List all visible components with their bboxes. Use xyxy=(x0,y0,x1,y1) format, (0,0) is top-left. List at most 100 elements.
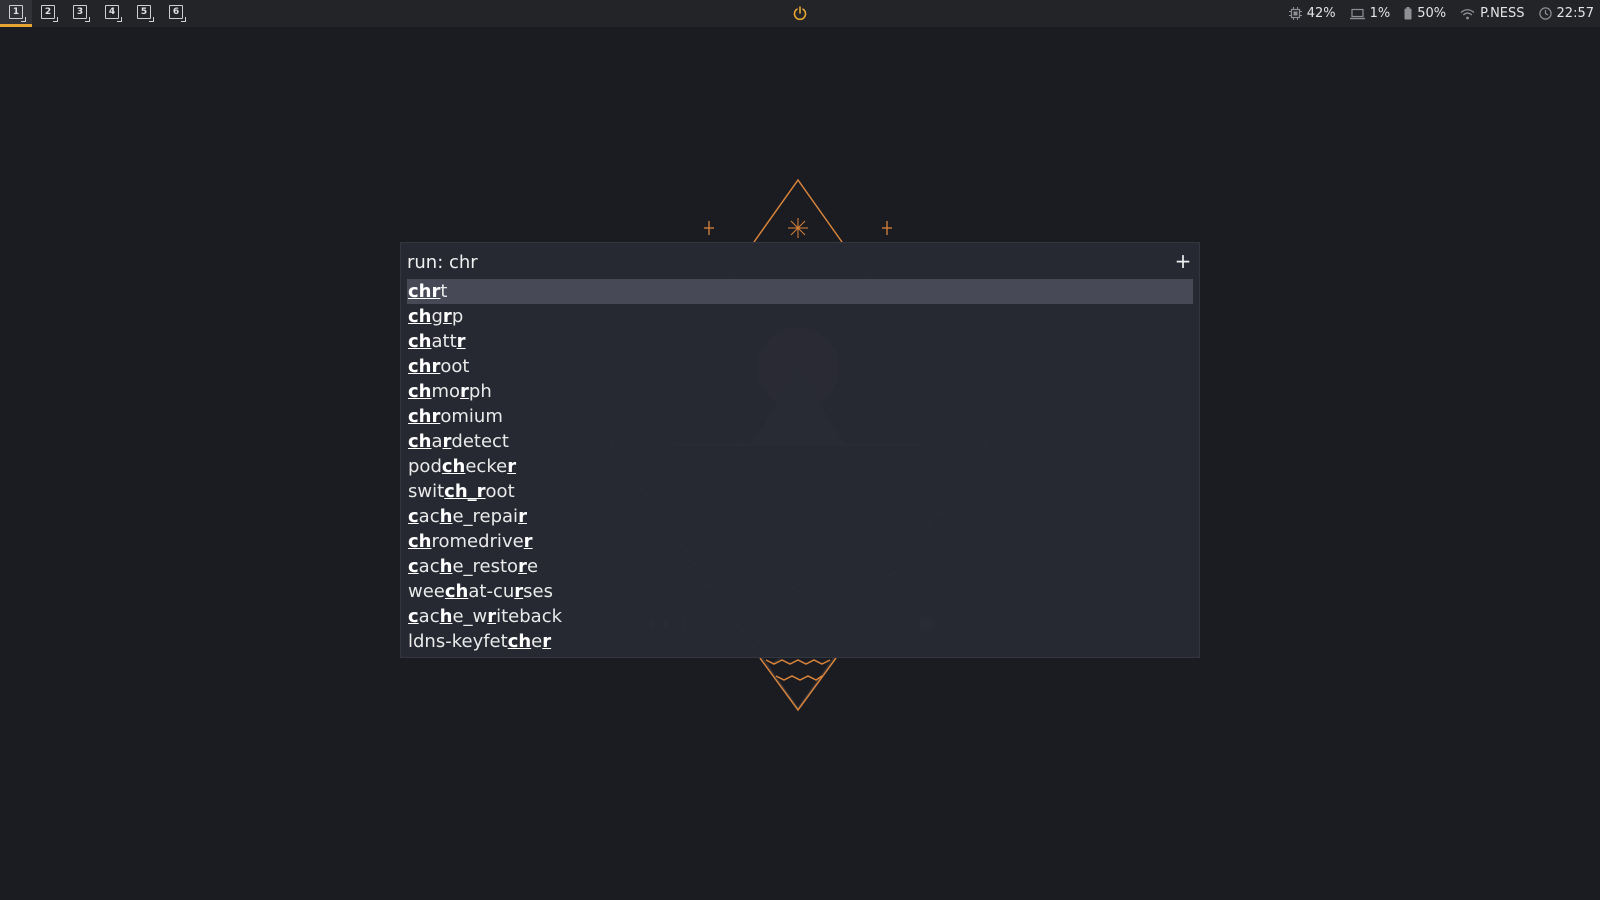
match-highlight: chr xyxy=(408,406,441,427)
match-highlight: ch xyxy=(441,456,466,477)
match-highlight: r xyxy=(460,381,469,402)
battery-value: 50% xyxy=(1417,6,1447,21)
match-highlight: h xyxy=(439,506,453,527)
result-text: e xyxy=(531,631,543,652)
result-text: a xyxy=(431,431,443,452)
result-item[interactable]: cache_repair xyxy=(407,504,1193,529)
result-item[interactable]: chgrp xyxy=(407,304,1193,329)
workspace-number-icon: 4 xyxy=(105,5,122,22)
result-item[interactable]: switch_root xyxy=(407,479,1193,504)
run-prompt-input[interactable]: run: chr xyxy=(407,252,478,273)
workspace-5-button[interactable]: 5 xyxy=(128,0,160,27)
result-text: ac xyxy=(418,506,440,527)
top-bar: 123456 42% 1% 50% P.NESS 22:57 xyxy=(0,0,1600,27)
match-highlight: r xyxy=(456,331,466,352)
result-text: mo xyxy=(431,381,461,402)
result-item[interactable]: chromium xyxy=(407,404,1193,429)
network-name: P.NESS xyxy=(1480,6,1525,21)
result-item[interactable]: chroot xyxy=(407,354,1193,379)
result-text: ac xyxy=(418,606,440,627)
result-text: e_resto xyxy=(452,556,519,577)
workspace-4-button[interactable]: 4 xyxy=(96,0,128,27)
match-highlight: ch_r xyxy=(444,481,486,502)
match-highlight: ch xyxy=(408,431,432,452)
match-highlight: chr xyxy=(408,281,441,302)
workspace-number-icon: 3 xyxy=(73,5,90,22)
result-text: g xyxy=(431,306,443,327)
workspace-2-button[interactable]: 2 xyxy=(32,0,64,27)
match-highlight: r xyxy=(514,581,524,602)
match-highlight: h xyxy=(439,606,453,627)
battery-status[interactable]: 50% xyxy=(1404,6,1446,21)
result-text: ecke xyxy=(465,456,508,477)
result-text: e_repai xyxy=(452,506,519,527)
match-highlight: c xyxy=(408,506,419,527)
match-highlight: c xyxy=(408,606,419,627)
result-text: oot xyxy=(440,356,470,377)
run-launcher: run: chr + chrt chgrp chattr chroot chmorph c… xyxy=(400,242,1200,658)
workspace-number-icon: 2 xyxy=(41,5,58,22)
result-item[interactable]: ldns-keyfetcher xyxy=(407,629,1193,654)
cpu-value: 42% xyxy=(1306,6,1336,21)
battery-icon xyxy=(1404,7,1412,20)
result-item[interactable]: cache_writeback xyxy=(407,604,1193,629)
match-highlight: ch xyxy=(408,381,432,402)
match-highlight: r xyxy=(442,306,452,327)
result-item[interactable]: chromedriver xyxy=(407,529,1193,554)
result-text: p xyxy=(451,306,464,327)
status-area: 42% 1% 50% P.NESS 22:57 xyxy=(1288,0,1594,27)
match-highlight: ch xyxy=(408,306,432,327)
cpu-icon xyxy=(1288,7,1302,20)
workspace-1-button[interactable]: 1 xyxy=(0,0,32,27)
clock-time: 22:57 xyxy=(1556,6,1594,21)
memory-status[interactable]: 1% xyxy=(1349,6,1390,21)
match-highlight: ch xyxy=(408,331,432,352)
wifi-icon xyxy=(1460,8,1475,19)
workspace-number-icon: 6 xyxy=(169,5,186,22)
clock-icon xyxy=(1538,7,1552,20)
prompt-row[interactable]: run: chr + xyxy=(407,247,1193,282)
result-text: e_w xyxy=(452,606,488,627)
result-text: ph xyxy=(468,381,492,402)
laptop-icon xyxy=(1349,8,1365,19)
add-button[interactable]: + xyxy=(1173,250,1193,272)
workspace-3-button[interactable]: 3 xyxy=(64,0,96,27)
result-item[interactable]: cache_restore xyxy=(407,554,1193,579)
match-highlight: r xyxy=(542,631,552,652)
result-text: ac xyxy=(418,556,440,577)
result-text: ldns-keyfet xyxy=(408,631,508,652)
match-highlight: ch xyxy=(507,631,532,652)
result-item[interactable]: chmorph xyxy=(407,379,1193,404)
match-highlight: c xyxy=(408,556,419,577)
clock[interactable]: 22:57 xyxy=(1538,6,1594,21)
result-text: wee xyxy=(408,581,445,602)
match-highlight: r xyxy=(518,506,527,527)
power-icon[interactable] xyxy=(792,5,808,21)
result-text: t xyxy=(440,281,448,302)
result-item[interactable]: chrt xyxy=(407,279,1193,304)
cpu-status[interactable]: 42% xyxy=(1288,6,1336,21)
wallpaper-top-triangle xyxy=(704,178,892,243)
result-text: oot xyxy=(485,481,515,502)
result-text: swit xyxy=(408,481,445,502)
result-item[interactable]: chardetect xyxy=(407,429,1193,454)
result-text: e xyxy=(526,556,539,577)
match-highlight: ch xyxy=(408,531,432,552)
result-text: iteback xyxy=(496,606,563,627)
match-highlight: r xyxy=(523,531,533,552)
match-highlight: r xyxy=(487,606,497,627)
workspace-6-button[interactable]: 6 xyxy=(160,0,192,27)
wallpaper-bottom-triangle xyxy=(759,657,837,712)
result-item[interactable]: podchecker xyxy=(407,454,1193,479)
result-item[interactable]: weechat-curses xyxy=(407,579,1193,604)
result-text: ses xyxy=(523,581,553,602)
result-text: omium xyxy=(440,406,503,427)
result-item[interactable]: chattr xyxy=(407,329,1193,354)
match-highlight: ch xyxy=(444,581,469,602)
result-list: chrt chgrp chattr chroot chmorph chromium char… xyxy=(407,279,1193,654)
match-highlight: chr xyxy=(408,356,441,377)
result-text: at-cu xyxy=(468,581,515,602)
result-text: romedrive xyxy=(431,531,524,552)
workspace-number-icon: 1 xyxy=(9,5,26,22)
network-status[interactable]: P.NESS xyxy=(1460,6,1525,21)
